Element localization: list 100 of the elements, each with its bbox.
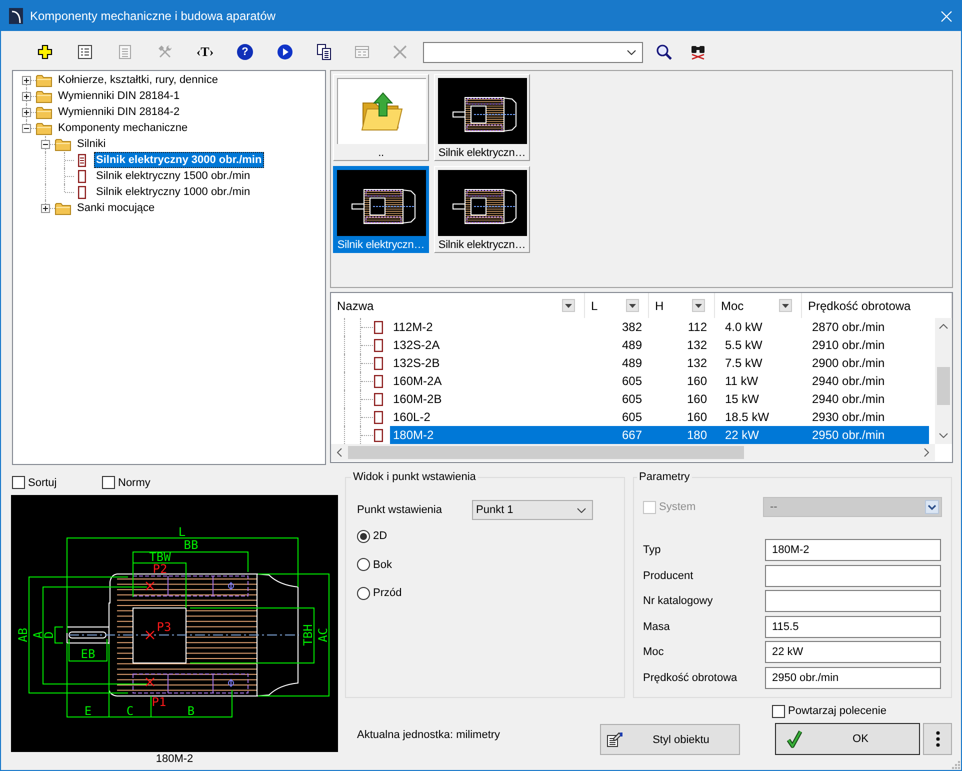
table-cell-text: 160 [686, 373, 708, 390]
document-icon [78, 154, 86, 166]
table-cell[interactable]: 132S-2A [390, 336, 585, 354]
plus-box-icon[interactable] [41, 204, 50, 213]
scrollbar[interactable] [935, 318, 952, 444]
preview-caption: 180M-2 [154, 752, 194, 766]
checkbox-label[interactable]: Normy [118, 476, 150, 490]
table-cell-text: 4.0 kW [724, 319, 764, 336]
plus-box-icon[interactable] [22, 92, 31, 101]
text-field[interactable] [765, 564, 941, 587]
thumbnail-item[interactable]: Silnik elektryczn… [333, 166, 429, 253]
chevron-down-icon[interactable] [939, 433, 948, 438]
table-cell[interactable]: 180M-2 [390, 426, 585, 444]
table-cell[interactable]: 160M-2A [390, 372, 585, 390]
column-header[interactable]: Moc [715, 293, 802, 318]
table-cell-text: 132 [686, 337, 708, 354]
table-cell-text: 382 [620, 319, 643, 336]
table-cell-text: 489 [620, 337, 643, 354]
dimension-label: C [126, 704, 134, 718]
checkbox-label[interactable]: Sortuj [28, 476, 57, 490]
folder-icon [55, 202, 71, 214]
dimension-label: BB [184, 538, 198, 552]
tree-item[interactable]: Wymienniki DIN 28184-2 [56, 104, 182, 120]
caret-down-icon [695, 304, 702, 308]
radio-button[interactable] [357, 558, 370, 571]
filter-button[interactable] [779, 299, 792, 312]
table-cell[interactable]: 132S-2B [390, 354, 585, 372]
dimension-label: E [84, 704, 92, 718]
chevron-up-icon[interactable] [939, 324, 948, 329]
column-header[interactable]: Nazwa [331, 293, 585, 318]
table-cell-text: 5.5 kW [724, 337, 764, 354]
column-header[interactable]: L [585, 293, 649, 318]
document-icon [374, 338, 383, 352]
tree-item[interactable]: Silnik elektryczny 1500 obr./min [94, 168, 252, 184]
thumbnail-item[interactable]: Silnik elektryczn… [434, 74, 530, 161]
thumbnail-item[interactable]: Silnik elektryczn… [434, 166, 530, 253]
ok-button[interactable]: OK [775, 723, 920, 755]
text-field[interactable]: 2950 obr./min [765, 666, 941, 689]
table-cell-text: 2910 obr./min [811, 337, 886, 354]
scrollbar-thumb[interactable] [348, 446, 744, 459]
text-field[interactable] [765, 590, 941, 612]
text-field[interactable]: 22 kW [765, 641, 941, 664]
text-field[interactable]: 180M-2 [765, 539, 941, 561]
document-icon [374, 428, 383, 442]
folder-icon [36, 106, 52, 118]
table-cell[interactable]: 160L-2 [390, 408, 585, 426]
chevron-right-icon[interactable] [924, 448, 929, 457]
checkbox[interactable] [102, 476, 115, 489]
window-title: Komponenty mechaniczne i budowa aparatów [30, 9, 276, 23]
tree-item[interactable]: Wymienniki DIN 28184-1 [56, 88, 182, 104]
point-label: P3 [156, 620, 172, 634]
minus-box-icon[interactable] [22, 124, 31, 133]
more-button[interactable] [923, 723, 952, 755]
tree-item[interactable]: Silniki [75, 136, 108, 152]
tree-item[interactable]: Silnik elektryczny 3000 obr./min [94, 152, 264, 168]
table-cell-text: 2940 obr./min [811, 373, 886, 390]
checkmark-icon [787, 730, 802, 748]
checkbox[interactable] [772, 704, 785, 718]
checkbox[interactable] [12, 476, 25, 489]
table-cell-text: 112 [686, 319, 708, 336]
thumbnail-item[interactable]: .. [333, 74, 429, 161]
table-cell[interactable]: 160M-2B [390, 390, 585, 408]
tree-item[interactable]: Silnik elektryczny 1000 obr./min [94, 184, 252, 200]
object-style-button[interactable]: Styl obiektu [600, 724, 740, 755]
cross-marker-icon [145, 677, 155, 687]
scrollbar[interactable] [331, 444, 935, 461]
text-field[interactable]: 115.5 [765, 616, 941, 638]
folder-up-icon [360, 91, 402, 132]
radio-label[interactable]: Bok [373, 558, 392, 572]
tree-item[interactable]: Sanki mocujące [75, 200, 157, 216]
scrollbar-thumb[interactable] [937, 367, 950, 405]
insertion-select[interactable]: Punkt 1 [472, 500, 593, 520]
document-icon [78, 186, 86, 198]
tree-item[interactable]: Kołnierze, kształtki, rury, dennice [56, 72, 220, 88]
search-combo[interactable] [423, 42, 643, 62]
checkbox-label[interactable]: Powtarzaj polecenie [788, 704, 886, 718]
minus-box-icon[interactable] [41, 140, 50, 149]
filter-button[interactable] [626, 299, 639, 312]
resize-grip-icon[interactable] [952, 761, 960, 769]
folder-icon [36, 122, 52, 134]
tree-item[interactable]: Komponenty mechaniczne [56, 120, 190, 136]
text-style-button[interactable]: ‹T› [195, 44, 215, 60]
radio-dot-icon [360, 532, 367, 540]
filter-button[interactable] [562, 299, 575, 312]
column-header[interactable]: H [649, 293, 715, 318]
plus-box-icon[interactable] [22, 108, 31, 117]
table-cell-text: 11 kW [724, 373, 760, 390]
table-cell-text: 2940 obr./min [811, 391, 886, 408]
radio-button[interactable] [357, 530, 370, 542]
document-icon [374, 410, 383, 424]
help-button[interactable]: ? [237, 44, 253, 60]
table-cell[interactable]: 112M-2 [390, 318, 585, 336]
folder-icon [55, 138, 71, 150]
radio-label[interactable]: Przód [373, 586, 402, 600]
filter-button[interactable] [692, 299, 705, 312]
plus-box-icon[interactable] [22, 76, 31, 85]
cross-marker-icon [145, 630, 155, 640]
chevron-left-icon[interactable] [337, 448, 342, 457]
radio-label[interactable]: 2D [373, 529, 388, 543]
radio-button[interactable] [357, 586, 370, 600]
